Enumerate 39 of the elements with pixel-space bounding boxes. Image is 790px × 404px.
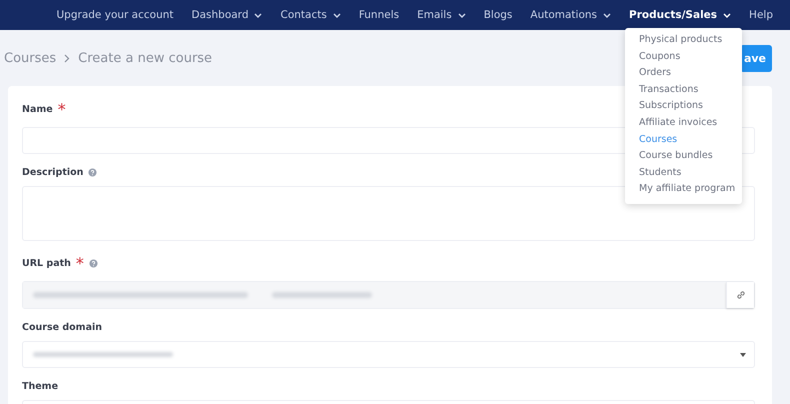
field-label: URL path: [22, 258, 71, 269]
nav-item[interactable]: Dashboard: [182, 9, 272, 21]
nav-item[interactable]: Upgrade your account: [48, 9, 183, 21]
nav-item[interactable]: Emails: [408, 9, 475, 21]
nav-item[interactable]: Automations: [521, 9, 620, 21]
menu-item[interactable]: Affiliate invoices: [625, 114, 742, 132]
field-label: Theme: [22, 381, 58, 392]
menu-item[interactable]: Courses: [625, 132, 742, 148]
nav-item[interactable]: Funnels: [350, 9, 408, 21]
nav-item[interactable]: Contacts: [271, 9, 350, 21]
caret-icon: [603, 12, 612, 18]
nav-item[interactable]: Blogs: [474, 9, 522, 21]
menu-item[interactable]: Students: [625, 164, 742, 182]
save-button[interactable]: ave: [740, 44, 772, 72]
nav-item[interactable]: Help: [740, 9, 782, 21]
required-mark: *: [76, 254, 84, 273]
menu-item[interactable]: Coupons: [625, 48, 742, 66]
breadcrumb-item: Create a new course: [78, 50, 212, 66]
menu-item[interactable]: Physical products: [625, 32, 742, 49]
breadcrumb-item[interactable]: Courses: [4, 50, 56, 66]
field-label: Description: [22, 167, 84, 178]
menu-item[interactable]: My affiliate program: [625, 181, 742, 198]
field-label: Course domain: [22, 322, 102, 333]
domain-select[interactable]: [22, 341, 755, 368]
menu-item[interactable]: Transactions: [625, 82, 742, 98]
caret-icon: [458, 12, 466, 18]
caret-icon: [254, 12, 262, 18]
menu-item[interactable]: Subscriptions: [625, 98, 742, 115]
menu-item[interactable]: Course bundles: [625, 148, 742, 165]
chevron-right-icon: [64, 54, 70, 62]
menu-item[interactable]: Orders: [625, 65, 742, 82]
nav-item[interactable]: Products/Sales: [620, 9, 740, 21]
caret-icon: [332, 12, 341, 18]
caret-icon: [723, 12, 732, 18]
field-label: Name: [22, 104, 53, 115]
required-mark: *: [58, 100, 66, 119]
dropdown-arrow-icon: [740, 352, 746, 356]
help-icon[interactable]: [88, 168, 98, 177]
help-icon[interactable]: [88, 259, 98, 268]
